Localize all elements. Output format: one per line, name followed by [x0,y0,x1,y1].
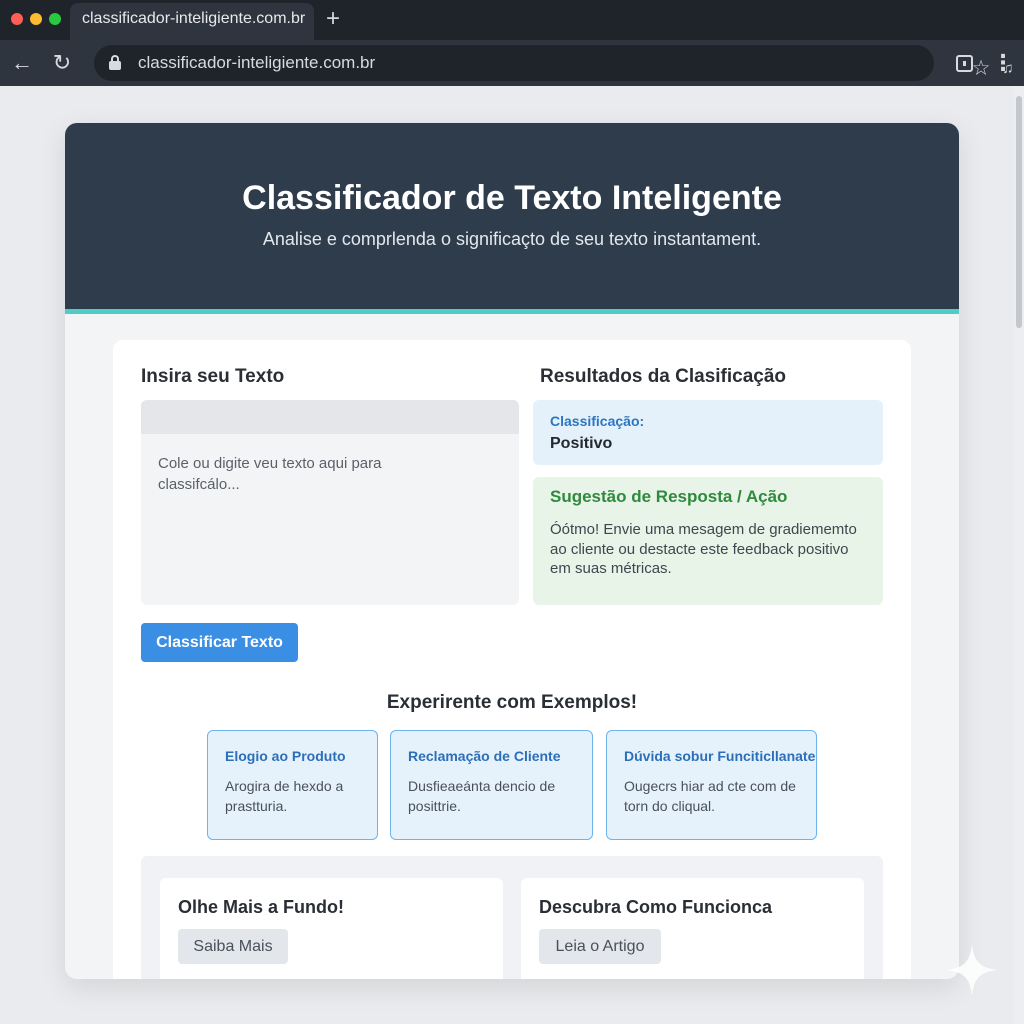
classification-label: Classificação: [550,413,645,429]
examples-heading: Experirente com Exemplos! [386,692,638,713]
results-heading: Resultados da Clasificação [540,366,787,387]
lock-icon[interactable] [109,55,121,70]
hero-header: Classificador de Texto Inteligente Anali… [65,123,959,309]
read-article-button[interactable]: Leia o Artigo [539,929,661,964]
learn-more-title: Olhe Mais a Fundo! [178,897,345,917]
window-minimize-dot[interactable] [30,13,42,25]
example-title: Dúvida sobur Funciticllanate [624,748,816,764]
hero-accent-bar [65,309,959,314]
reload-icon[interactable]: ↻ [48,49,76,77]
browser-tab[interactable]: classificador-inteligiente.com.br [70,3,314,40]
how-it-works-title: Descubra Como Funcionca [539,897,773,917]
app-card: Classificador de Texto Inteligente Anali… [65,123,959,979]
side-panel-icon[interactable] [954,53,974,73]
text-input-placeholder[interactable]: Cole ou digite veu texto aqui para class… [158,453,458,495]
address-url[interactable]: classificador-inteligiente.com.br [138,53,375,73]
input-heading: Insira seu Texto [141,366,285,387]
example-description: Dusfieaeánta dencio de posittrie. [408,778,556,814]
address-bar[interactable]: classificador-inteligiente.com.br ☆ ♫ [94,45,1014,81]
example-card-praise[interactable]: Elogio ao Produto Arogira de hexdo a pra… [207,730,378,840]
example-card-question[interactable]: Dúvida sobur Funciticllanate Ougecrs hia… [606,730,817,840]
back-arrow-icon[interactable]: ← [8,49,36,77]
text-input-area[interactable]: Cole ou digite veu texto aqui para class… [141,400,519,605]
example-description: Arogira de hexdo a prastturia. [225,778,344,814]
suggestion-title: Sugestão de Resposta / Ação [550,487,788,506]
page-scrollbar[interactable] [1014,86,1024,1024]
learn-more-card: Olhe Mais a Fundo! Saiba Mais [160,878,503,979]
new-tab-button[interactable]: + [320,5,346,33]
sparkle-watermark-icon [946,944,998,996]
text-input-toolbar [141,400,519,434]
main-panel: Insira seu Texto Cole ou digite veu text… [113,340,911,979]
window-maximize-dot[interactable] [49,13,61,25]
scrollbar-thumb[interactable] [1016,96,1022,328]
browser-tab-strip: classificador-inteligiente.com.br + [0,0,1024,40]
classify-button[interactable]: Classificar Texto [141,623,298,662]
more-info-section: Olhe Mais a Fundo! Saiba Mais Descubra C… [141,856,883,979]
classification-result: Classificação: Positivo [533,400,883,465]
page-title: Classificador de Texto Inteligente [242,179,782,217]
example-title: Reclamação de Cliente [408,748,561,764]
example-card-complaint[interactable]: Reclamação de Cliente Dusfieaeánta denci… [390,730,593,840]
example-description: Ougecrs hiar ad cte com de torn do cliqu… [624,778,796,814]
window-close-dot[interactable] [11,13,23,25]
tab-title: classificador-inteligiente.com.br [82,10,306,27]
page-subtitle: Analise e comprlenda o significaçto de s… [262,229,762,249]
classification-value: Positivo [550,435,613,452]
learn-more-button[interactable]: Saiba Mais [178,929,288,964]
how-it-works-card: Descubra Como Funcionca Leia o Artigo [521,878,864,979]
example-title: Elogio ao Produto [225,748,346,764]
browser-toolbar: ← ↻ classificador-inteligiente.com.br ☆ … [0,40,1024,86]
suggestion-text: Óótmo! Envie uma mesagem de gradiememto … [550,521,857,577]
kebab-menu-icon[interactable]: ⋮ [992,50,1014,76]
suggestion-box: Sugestão de Resposta / Ação Óótmo! Envie… [533,477,883,605]
